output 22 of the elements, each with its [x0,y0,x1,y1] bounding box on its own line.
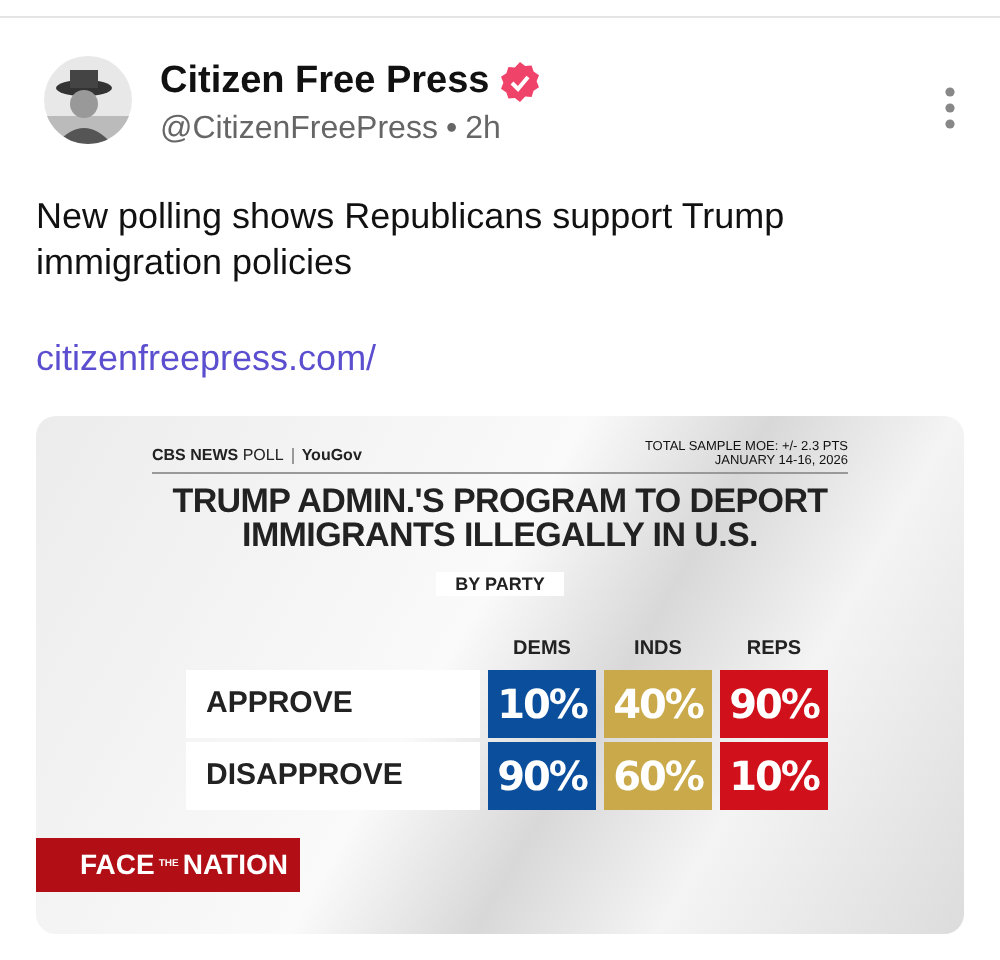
poll-partner: YouGov [301,444,362,468]
poll-title: TRUMP ADMIN.'S PROGRAM TO DEPORT IMMIGRANTS ILLEGALLY IN U.S. [170,484,830,552]
more-options-button[interactable] [944,84,956,132]
row-label: DISAPPROVE [186,742,480,810]
column-header: REPS [744,636,804,664]
value-cell: 10% [720,742,828,810]
poll-subtitle: BY PARTY [435,572,565,596]
author-handle: @CitizenFreePress [160,110,438,150]
post-link[interactable]: citizenfreepress.com/ [36,332,377,386]
post-text: New polling shows Republicans support Trump immigration policies [36,194,787,286]
value-cell: 90% [720,670,828,738]
column-header: INDS [632,636,684,664]
row-label: APPROVE [186,670,480,738]
poll-source: CBS NEWS POLL [152,444,284,468]
value-cell: 60% [604,742,712,810]
author-name: Citizen Free Press [160,60,490,104]
value-cell: 90% [488,742,596,810]
value-cell: 10% [488,670,596,738]
column-header: DEMS [511,636,573,664]
post-time: 2h [465,110,501,150]
value-cell: 40% [604,670,712,738]
separator-dot: • [445,110,458,150]
